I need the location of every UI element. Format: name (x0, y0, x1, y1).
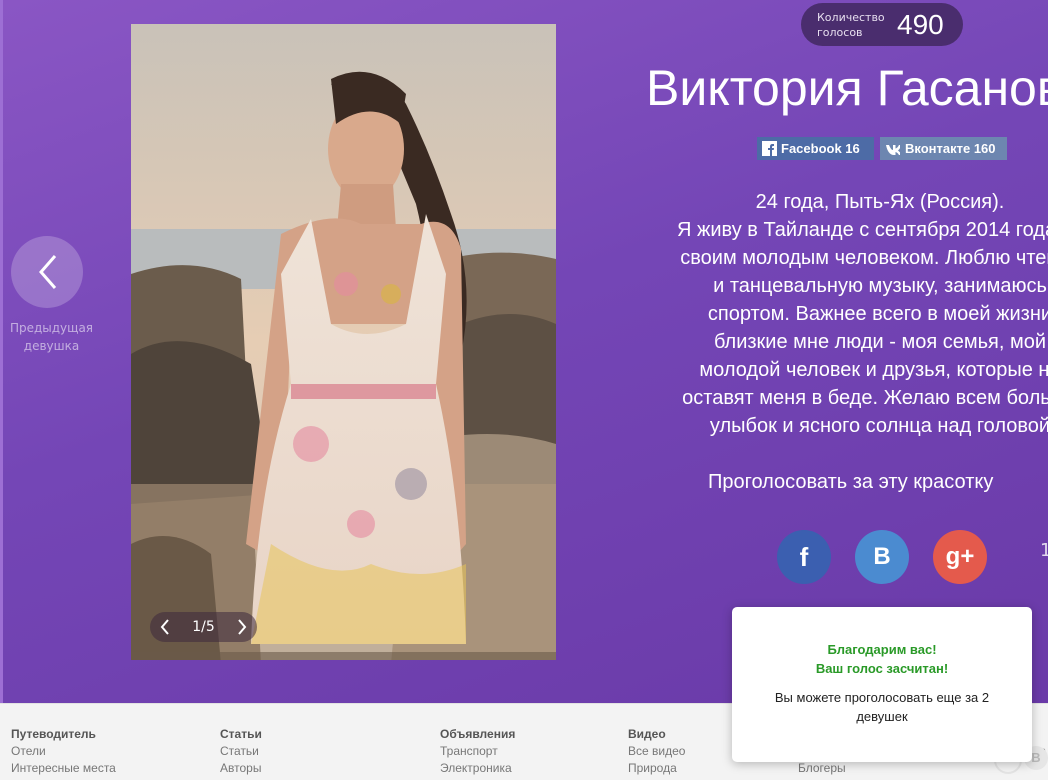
vote-count-label: Количество голосов (817, 10, 897, 40)
footer-column-video: Видео Все видео Природа (628, 726, 685, 777)
vote-vkontakte-button[interactable]: B (855, 530, 909, 584)
bio-line: спортом. Важнее всего в моей жизни (707, 303, 1048, 325)
footer-heading[interactable]: Видео (628, 726, 685, 743)
vote-count-label-line1: Количество (817, 11, 885, 24)
vote-facebook-button[interactable]: f (777, 530, 831, 584)
footer-link[interactable]: Отели (11, 743, 116, 760)
profile-bio: 24 года, Пыть-Ях (Россия). Я живу в Тайл… (630, 188, 1048, 440)
footer-link[interactable]: Блогеры (798, 760, 846, 777)
facebook-icon: f (799, 542, 809, 572)
share-facebook-label: Facebook 16 (781, 141, 860, 156)
vkontakte-icon: B (873, 543, 891, 570)
photo-prev-button[interactable] (150, 612, 180, 642)
footer-link[interactable]: Все видео (628, 743, 685, 760)
share-vkontakte-label: Вконтакте 160 (905, 141, 996, 156)
footer-column-ads: Объявления Транспорт Электроника (440, 726, 515, 777)
google-plus-icon: g+ (945, 543, 975, 570)
footer-link[interactable]: Транспорт (440, 743, 515, 760)
vote-google-plus-button[interactable]: g+ (933, 530, 987, 584)
vote-call-to-action: Проголосовать за эту красотку (708, 471, 994, 493)
previous-label-line2: девушка (23, 339, 80, 353)
footer-column-articles: Статьи Статьи Авторы (220, 726, 262, 777)
facebook-icon (762, 141, 777, 156)
photo-pager: 1/5 (150, 612, 257, 642)
footer-column-guide: Путеводитель Отели Интересные места (11, 726, 116, 777)
vote-count-badge: Количество голосов 490 (801, 3, 963, 46)
vote-confirmation-title: Благодарим вас! Ваш голос засчитан! (732, 640, 1032, 678)
footer-heading[interactable]: Объявления (440, 726, 515, 743)
chevron-right-icon (238, 619, 247, 635)
bio-line: 24 года, Пыть-Ях (Россия). (755, 191, 1005, 213)
footer-heading[interactable]: Путеводитель (11, 726, 116, 743)
previous-label-line1: Предыдущая (9, 321, 94, 335)
photo-illustration (131, 24, 556, 660)
bio-line: улыбок и ясного солнца над головой (709, 415, 1048, 437)
profile-name: Виктория Гасанова (646, 60, 1048, 116)
bio-line: молодой человек и друзья, которые не (699, 359, 1048, 381)
bio-line: близкие мне люди - моя семья, мой (713, 331, 1047, 353)
vote-count-label-line2: голосов (817, 26, 863, 39)
previous-girl-label[interactable]: Предыдущая девушка (4, 319, 99, 355)
share-vkontakte-button[interactable]: Вконтакте 160 (880, 137, 1007, 160)
footer-heading[interactable]: Статьи (220, 726, 262, 743)
footer-link[interactable]: Статьи (220, 743, 262, 760)
footer-link[interactable]: Электроника (440, 760, 515, 777)
previous-girl-button[interactable] (11, 236, 83, 308)
photo-counter: 1/5 (192, 619, 215, 635)
vote-confirmation-title-line2: Ваш голос засчитан! (815, 661, 949, 676)
bio-line: и танцевальную музыку, занимаюсь (713, 275, 1047, 297)
vote-count-value: 490 (897, 9, 944, 40)
vote-confirmation-message: Вы можете проголосовать еще за 2 девушек (774, 690, 990, 724)
bio-line: Я живу в Тайланде с сентября 2014 года с… (676, 219, 1048, 241)
footer-link[interactable]: Природа (628, 760, 685, 777)
chevron-left-icon (160, 619, 169, 635)
footer-link[interactable]: Интересные места (11, 760, 116, 777)
footer-link[interactable]: Авторы (220, 760, 262, 777)
vote-confirmation-title-line1: Благодарим вас! (827, 642, 937, 657)
chevron-left-icon (39, 255, 57, 289)
bio-line: оставят меня в беде. Желаю всем больше (682, 387, 1048, 409)
share-facebook-button[interactable]: Facebook 16 (757, 137, 874, 160)
photo-next-button[interactable] (227, 612, 257, 642)
vote-more-button[interactable]: 1 (1040, 540, 1048, 562)
profile-photo[interactable] (131, 24, 556, 660)
vkontakte-icon (886, 145, 900, 155)
vote-confirmation-popup: Благодарим вас! Ваш голос засчитан! Вы м… (732, 607, 1032, 762)
bio-line: своим молодым человеком. Люблю чтение (680, 247, 1048, 269)
profile-stage: Предыдущая девушка 1/5 Количество голосо… (0, 0, 1048, 703)
